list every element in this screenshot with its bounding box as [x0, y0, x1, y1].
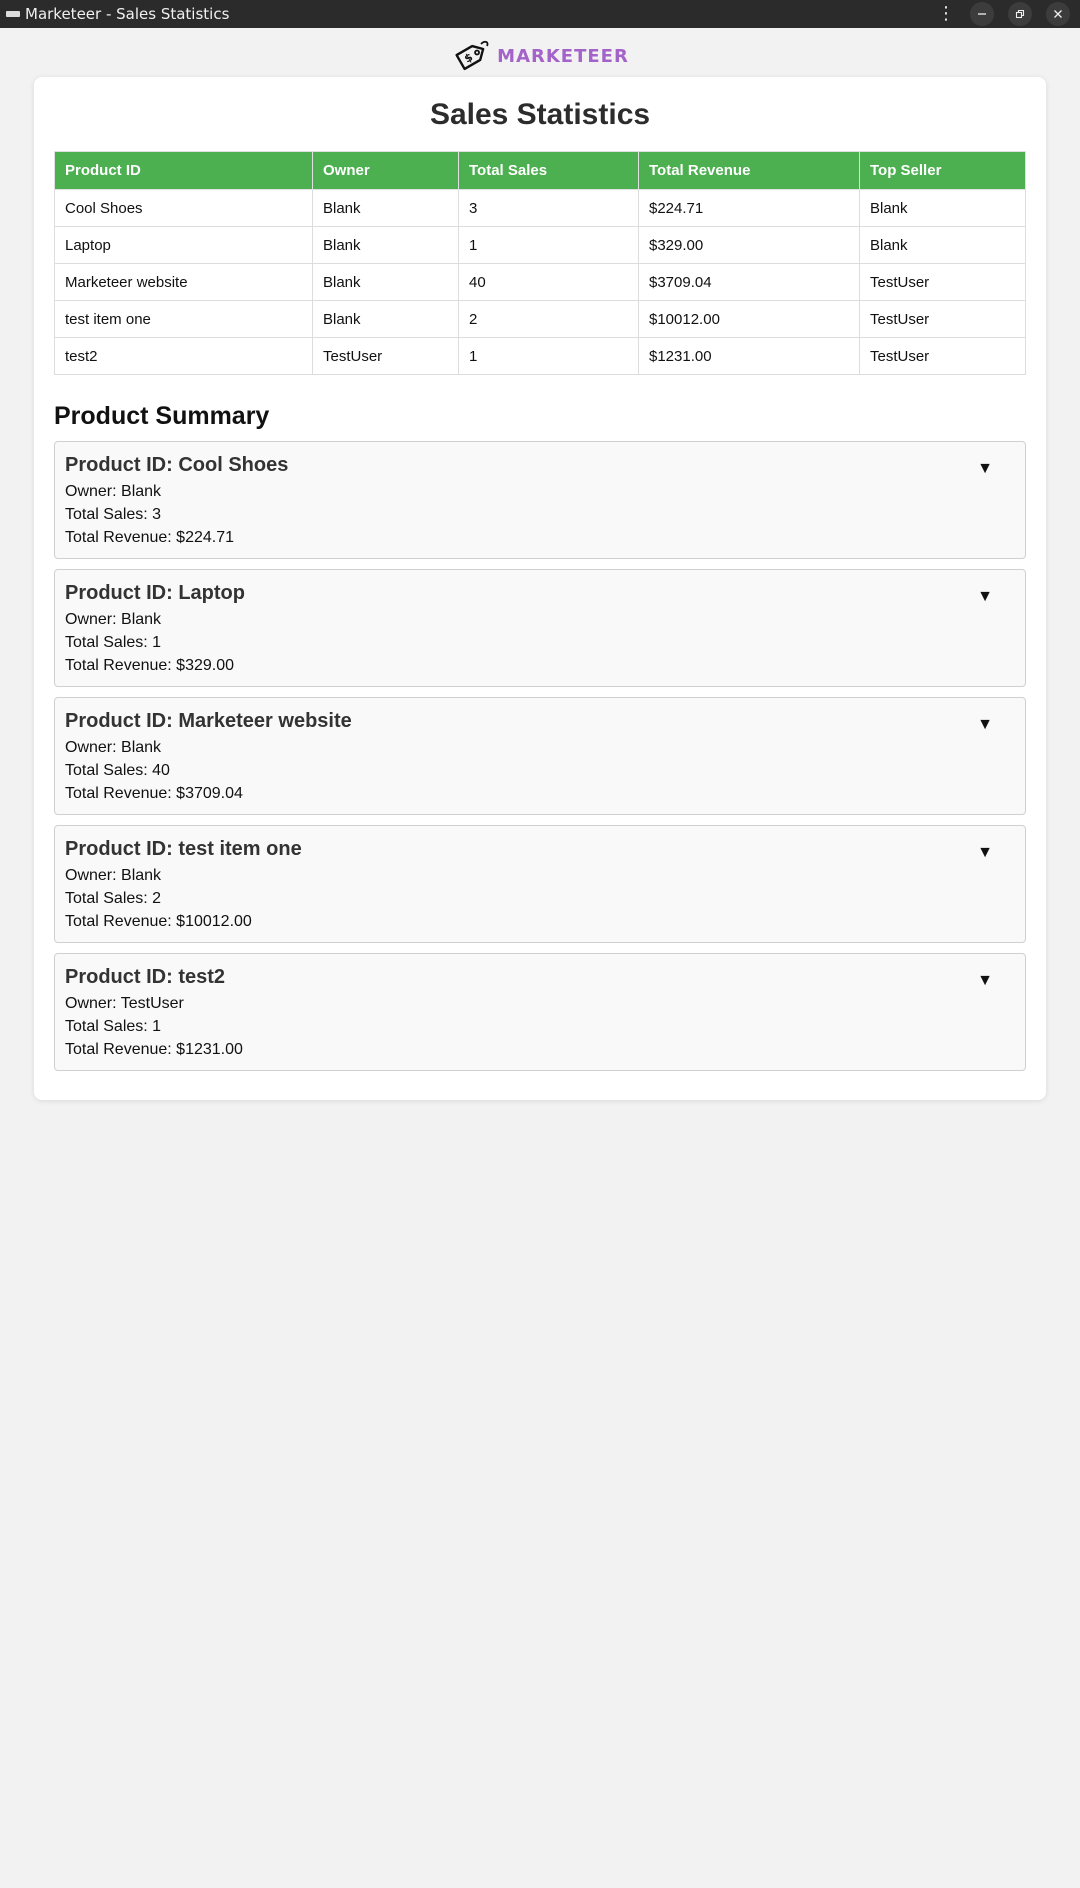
logo-row: $ MARKETEER: [0, 32, 1080, 80]
product-summary-title: Product ID: Laptop: [65, 582, 245, 604]
restore-button[interactable]: [1008, 2, 1032, 26]
table-row: Cool Shoes Blank 3 $224.71 Blank: [54, 189, 1026, 227]
triangle-down-icon[interactable]: ▼: [977, 844, 993, 862]
sales-statistics-card: Sales Statistics Product ID Owner Total …: [34, 77, 1046, 1100]
product-summary-owner: Owner: Blank: [65, 611, 162, 628]
product-summary-item[interactable]: Product ID: Marketeer website Owner: Bla…: [54, 697, 1026, 815]
close-icon: [1054, 10, 1062, 18]
table-row: test2 TestUser 1 $1231.00 TestUser: [54, 337, 1026, 375]
cell-top-seller: TestUser: [859, 300, 1026, 338]
cell-owner: TestUser: [312, 337, 459, 375]
product-summary-title: Product ID: Marketeer website: [65, 710, 352, 732]
brand-name: MARKETEER: [497, 45, 629, 67]
cell-total-sales: 3: [458, 189, 639, 227]
cell-product-id: Marketeer website: [54, 263, 313, 301]
product-summary-item[interactable]: Product ID: test item one Owner: Blank T…: [54, 825, 1026, 943]
product-summary-title: Product ID: Cool Shoes: [65, 454, 289, 476]
product-summary-heading: Product Summary: [54, 402, 270, 430]
cell-top-seller: Blank: [859, 189, 1026, 227]
sales-table: Product ID Owner Total Sales Total Reven…: [54, 151, 1026, 375]
product-summary-item[interactable]: Product ID: Laptop Owner: Blank Total Sa…: [54, 569, 1026, 687]
menu-kebab-icon[interactable]: ⋮: [936, 0, 956, 28]
close-button[interactable]: [1046, 2, 1070, 26]
cell-product-id: Laptop: [54, 226, 313, 264]
cell-total-sales: 1: [458, 226, 639, 264]
cell-product-id: test item one: [54, 300, 313, 338]
cell-total-sales: 40: [458, 263, 639, 301]
product-summary-sales: Total Sales: 2: [65, 890, 162, 907]
product-summary-sales: Total Sales: 40: [65, 762, 170, 779]
product-summary-item[interactable]: Product ID: test2 Owner: TestUser Total …: [54, 953, 1026, 1071]
product-summary-owner: Owner: TestUser: [65, 995, 184, 1012]
cell-top-seller: TestUser: [859, 263, 1026, 301]
product-summary-title: Product ID: test item one: [65, 838, 302, 860]
app-icon: [6, 11, 20, 17]
cell-total-sales: 1: [458, 337, 639, 375]
product-summary-title: Product ID: test2: [65, 966, 226, 988]
cell-owner: Blank: [312, 189, 459, 227]
cell-top-seller: TestUser: [859, 337, 1026, 375]
product-summary-revenue: Total Revenue: $329.00: [65, 657, 235, 674]
column-header-top-seller: Top Seller: [859, 151, 1026, 190]
cell-product-id: Cool Shoes: [54, 189, 313, 227]
cell-total-revenue: $1231.00: [638, 337, 860, 375]
window-titlebar: Marketeer - Sales Statistics ⋮: [0, 0, 1080, 28]
triangle-down-icon[interactable]: ▼: [977, 460, 993, 478]
brand-logo[interactable]: $ MARKETEER: [451, 38, 629, 74]
triangle-down-icon[interactable]: ▼: [977, 716, 993, 734]
cell-total-revenue: $3709.04: [638, 263, 860, 301]
product-summary-owner: Owner: Blank: [65, 867, 162, 884]
product-summary-owner: Owner: Blank: [65, 483, 162, 500]
cell-total-revenue: $329.00: [638, 226, 860, 264]
minimize-icon: [978, 13, 986, 15]
product-summary-owner: Owner: Blank: [65, 739, 162, 756]
restore-icon: [1015, 9, 1025, 19]
column-header-total-revenue: Total Revenue: [638, 151, 860, 190]
product-summary-sales: Total Sales: 1: [65, 1018, 162, 1035]
cell-top-seller: Blank: [859, 226, 1026, 264]
minimize-button[interactable]: [970, 2, 994, 26]
product-summary-revenue: Total Revenue: $10012.00: [65, 913, 252, 930]
cell-owner: Blank: [312, 300, 459, 338]
product-summary-sales: Total Sales: 3: [65, 506, 162, 523]
window-title: Marketeer - Sales Statistics: [25, 5, 230, 23]
page-title: Sales Statistics: [429, 98, 651, 131]
window-controls: ⋮: [936, 0, 1070, 28]
triangle-down-icon[interactable]: ▼: [977, 972, 993, 990]
table-header-row: Product ID Owner Total Sales Total Reven…: [54, 151, 1026, 190]
table-row: Laptop Blank 1 $329.00 Blank: [54, 226, 1026, 264]
product-summary-item[interactable]: Product ID: Cool Shoes Owner: Blank Tota…: [54, 441, 1026, 559]
column-header-product-id: Product ID: [54, 151, 313, 190]
cell-total-revenue: $10012.00: [638, 300, 860, 338]
column-header-total-sales: Total Sales: [458, 151, 639, 190]
triangle-down-icon[interactable]: ▼: [977, 588, 993, 606]
product-summary-revenue: Total Revenue: $224.71: [65, 529, 235, 546]
cell-total-sales: 2: [458, 300, 639, 338]
table-row: Marketeer website Blank 40 $3709.04 Test…: [54, 263, 1026, 301]
column-header-owner: Owner: [312, 151, 459, 190]
cell-owner: Blank: [312, 226, 459, 264]
cell-product-id: test2: [54, 337, 313, 375]
cell-total-revenue: $224.71: [638, 189, 860, 227]
product-summary-revenue: Total Revenue: $1231.00: [65, 1041, 243, 1058]
price-tag-icon: $: [455, 40, 489, 71]
table-row: test item one Blank 2 $10012.00 TestUser: [54, 300, 1026, 338]
product-summary-sales: Total Sales: 1: [65, 634, 162, 651]
product-summary-list: Product ID: Cool Shoes Owner: Blank Tota…: [54, 441, 1026, 1081]
product-summary-revenue: Total Revenue: $3709.04: [65, 785, 243, 802]
cell-owner: Blank: [312, 263, 459, 301]
